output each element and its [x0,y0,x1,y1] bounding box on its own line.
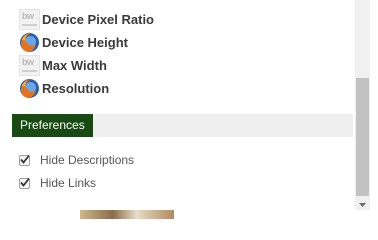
feature-label: Device Height [42,34,128,50]
feature-label: Max Width [42,57,107,73]
firefox-icon [19,78,40,99]
feature-label: Device Pixel Ratio [42,11,154,27]
feature-row-device-pixel-ratio[interactable]: bw Device Pixel Ratio [19,8,154,30]
firefox-icon [19,32,40,53]
checkmark-icon [20,154,30,164]
feature-row-device-height[interactable]: Device Height [19,31,128,53]
background-photo [80,210,174,219]
scrollbar-thumb[interactable] [356,78,369,196]
feature-row-max-width[interactable]: bw Max Width [19,54,107,76]
hide-descriptions-checkbox[interactable] [19,154,30,166]
hide-descriptions-label: Hide Descriptions [40,153,135,167]
hide-links-label: Hide Links [40,176,97,190]
checkmark-icon [20,177,30,187]
browser-icon-bw: bw [19,54,40,76]
hide-descriptions-option[interactable]: Hide Descriptions [19,151,134,169]
scroll-down-arrow-icon[interactable] [355,200,370,210]
browser-icon-bw: bw [19,8,40,30]
preferences-tab[interactable]: Preferences [12,114,93,137]
features-panel: bw Device Pixel Ratio Device Height bw M… [0,0,356,210]
feature-label: Resolution [42,80,110,96]
hide-links-option[interactable]: Hide Links [19,174,96,192]
feature-row-resolution[interactable]: Resolution [19,77,109,99]
hide-links-checkbox[interactable] [19,177,30,189]
